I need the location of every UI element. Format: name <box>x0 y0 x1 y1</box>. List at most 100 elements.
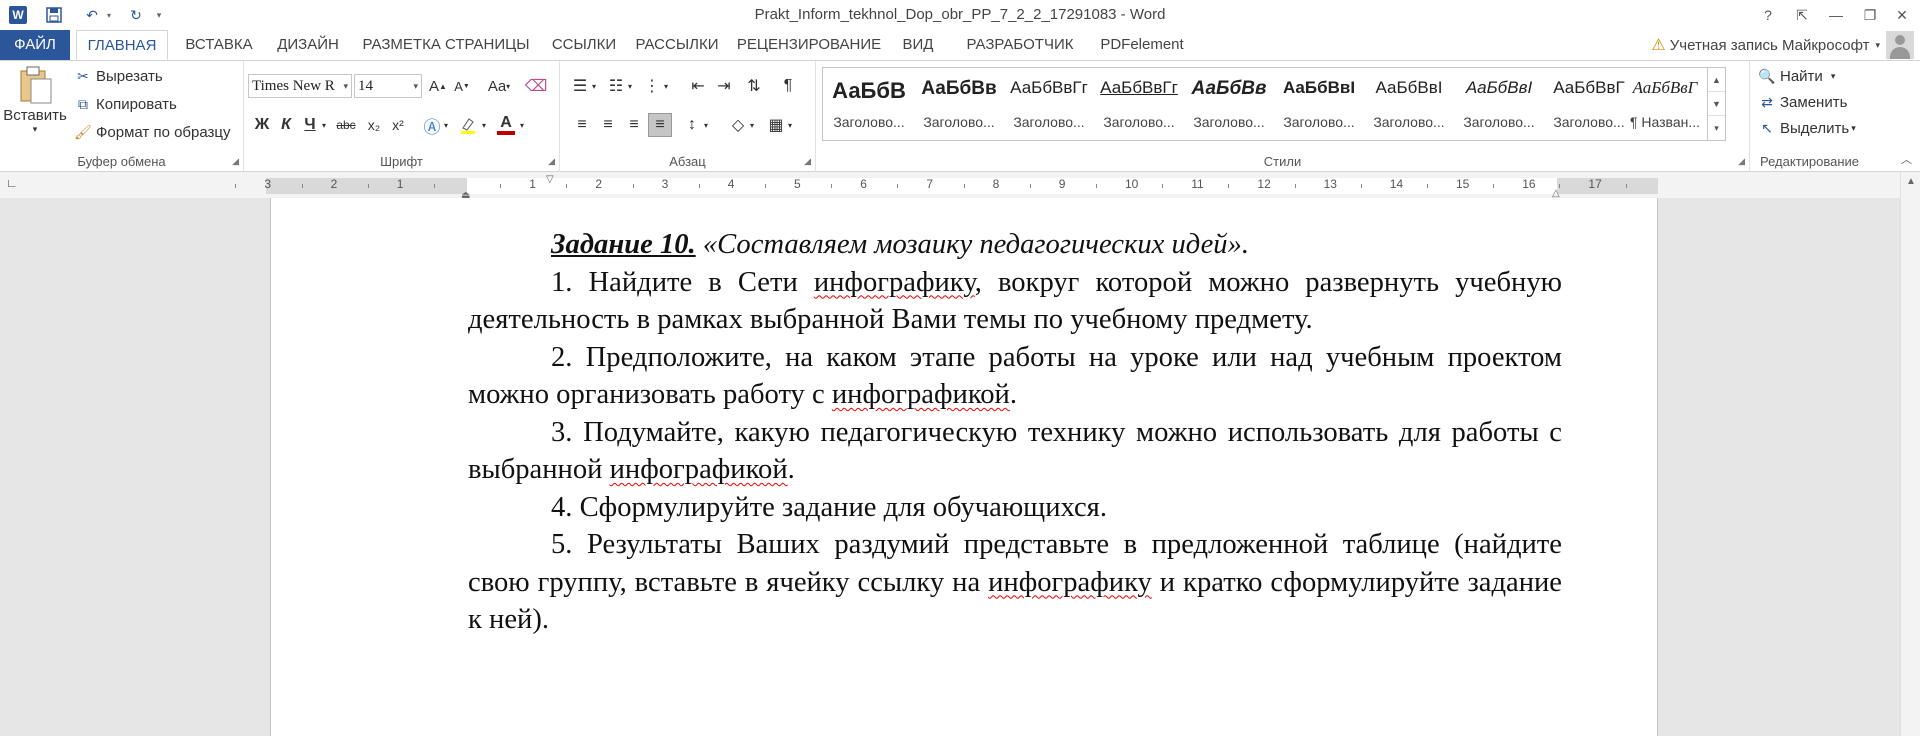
cut-button[interactable]: ✂ Вырезать <box>74 67 163 85</box>
line-spacing-dropdown-icon[interactable]: ▾ <box>700 113 712 137</box>
sort-icon[interactable]: ⇅ <box>742 74 766 98</box>
font-family-value: Times New R <box>252 78 335 94</box>
account-area[interactable]: ⚠ Учетная запись Майкрософт ▾ <box>1651 30 1920 60</box>
multilevel-dropdown-icon[interactable]: ▾ <box>660 74 672 98</box>
superscript-button[interactable]: x² <box>386 113 410 137</box>
paragraph-launcher-icon[interactable]: ◢ <box>804 156 811 167</box>
account-dropdown-icon[interactable]: ▾ <box>1875 40 1880 51</box>
font-family-combo[interactable]: Times New R ▾ <box>248 74 352 98</box>
editing-group: 🔍 Найти ▾ ⇄ Заменить ↖ Выделить ▾ Редакт… <box>1750 61 1900 173</box>
paste-dropdown-icon[interactable]: ▾ <box>33 124 38 135</box>
vertical-scrollbar[interactable]: ▲ <box>1900 172 1920 736</box>
ruler-tick <box>1228 184 1230 188</box>
align-left-icon[interactable]: ≡ <box>570 113 594 137</box>
bold-button[interactable]: Ж <box>250 113 274 137</box>
font-family-dropdown-icon[interactable]: ▾ <box>343 75 348 97</box>
ruler-tick <box>764 184 766 188</box>
style-item[interactable]: АаБбВвI Заголово... <box>1275 70 1363 138</box>
increase-indent-icon[interactable]: ⇥ <box>712 74 736 98</box>
clear-formatting-icon[interactable]: ⌫ <box>524 74 548 98</box>
numbering-dropdown-icon[interactable]: ▾ <box>624 74 636 98</box>
font-size-dropdown-icon[interactable]: ▾ <box>413 75 418 97</box>
scroll-up-icon[interactable]: ▲ <box>1901 176 1920 187</box>
font-size-combo[interactable]: 14 ▾ <box>354 74 422 98</box>
align-right-icon[interactable]: ≡ <box>622 113 646 137</box>
style-item[interactable]: АаБбВвГг Заголово... <box>1005 70 1093 138</box>
tab-design[interactable]: ДИЗАЙН <box>270 30 346 60</box>
style-item[interactable]: АаБбВвГг Заголово... <box>1095 70 1183 138</box>
justify-icon[interactable]: ≡ <box>648 113 672 137</box>
format-painter-button[interactable]: 🖌 Формат по образцу <box>74 123 230 141</box>
borders-dropdown-icon[interactable]: ▾ <box>784 113 796 137</box>
shrink-font-button[interactable]: A ▼ <box>450 74 474 98</box>
ruler-number: 5 <box>794 177 801 191</box>
find-dropdown-icon[interactable]: ▾ <box>1831 71 1836 82</box>
ribbon-display-options-button[interactable]: ⇱ <box>1786 2 1818 28</box>
clipboard-launcher-icon[interactable]: ◢ <box>232 156 239 167</box>
gallery-more-icon[interactable]: ▾ <box>1708 116 1725 140</box>
tab-pdfelement[interactable]: PDFelement <box>1096 30 1188 60</box>
highlight-dropdown-icon[interactable]: ▾ <box>478 113 490 137</box>
styles-launcher-icon[interactable]: ◢ <box>1738 156 1745 167</box>
account-label[interactable]: Учетная запись Майкрософт <box>1670 37 1870 54</box>
avatar[interactable] <box>1886 31 1914 59</box>
text-effects-dropdown-icon[interactable]: ▾ <box>440 113 452 137</box>
tab-references[interactable]: ССЫЛКИ <box>546 30 622 60</box>
font-color-button[interactable]: A <box>494 113 518 137</box>
select-dropdown-icon[interactable]: ▾ <box>1851 123 1856 134</box>
text-run: . <box>1009 379 1018 410</box>
underline-dropdown-icon[interactable]: ▾ <box>318 113 330 137</box>
help-button[interactable]: ? <box>1752 2 1784 28</box>
document-page[interactable]: Задание 10. «Составляем мозаику педагоги… <box>270 198 1658 736</box>
minimize-button[interactable]: — <box>1820 2 1852 28</box>
tab-page-layout[interactable]: РАЗМЕТКА СТРАНИЦЫ <box>356 30 536 60</box>
replace-button[interactable]: ⇄ Заменить <box>1758 93 1847 111</box>
style-item[interactable]: АаБбВ Заголово... <box>825 70 913 138</box>
style-item[interactable]: АаБбВв Заголово... <box>915 70 1003 138</box>
style-item[interactable]: АаБбВв Заголово... <box>1185 70 1273 138</box>
style-item[interactable]: АаБбВвI Заголово... <box>1365 70 1453 138</box>
collapse-ribbon-icon[interactable]: ︿ <box>1901 151 1912 167</box>
task-item-2: 2. Предположите, на каком этапе работы н… <box>468 339 1562 414</box>
copy-button[interactable]: ⧉ Копировать <box>74 95 177 113</box>
paste-icon <box>20 66 52 104</box>
highlight-color-icon[interactable] <box>456 113 480 137</box>
close-button[interactable]: ✕ <box>1886 2 1918 28</box>
tab-view[interactable]: ВИД <box>896 30 940 60</box>
ruler-number: 10 <box>1125 177 1139 191</box>
tab-review[interactable]: РЕЦЕНЗИРОВАНИЕ <box>732 30 886 60</box>
tab-home[interactable]: ГЛАВНАЯ <box>76 30 168 60</box>
document-body[interactable]: Задание 10. «Составляем мозаику педагоги… <box>468 226 1562 639</box>
shading-dropdown-icon[interactable]: ▾ <box>746 113 758 137</box>
font-launcher-icon[interactable]: ◢ <box>548 156 555 167</box>
bullets-dropdown-icon[interactable]: ▾ <box>588 74 600 98</box>
align-center-icon[interactable]: ≡ <box>596 113 620 137</box>
tab-file[interactable]: ФАЙЛ <box>0 30 70 60</box>
find-button[interactable]: 🔍 Найти ▾ <box>1758 67 1835 85</box>
style-item[interactable]: АаБбВвГ ¶ Назван... <box>1625 70 1705 138</box>
grow-font-button[interactable]: A ▲ <box>426 74 450 98</box>
strikethrough-button[interactable]: abc <box>332 113 360 137</box>
decrease-indent-icon[interactable]: ⇤ <box>686 74 710 98</box>
change-case-button[interactable]: Aa ▾ <box>482 74 516 98</box>
gallery-up-icon[interactable]: ▲ <box>1708 68 1725 92</box>
tab-stop-selector-icon[interactable]: ∟ <box>6 176 24 194</box>
select-button[interactable]: ↖ Выделить ▾ <box>1758 119 1856 137</box>
restore-button[interactable]: ❐ <box>1854 2 1886 28</box>
ruler-tick <box>1095 184 1097 188</box>
tab-insert[interactable]: ВСТАВКА <box>174 30 264 60</box>
italic-button[interactable]: К <box>274 113 298 137</box>
paste-button[interactable]: Вставить ▾ <box>3 65 67 151</box>
ruler-tick <box>500 184 502 188</box>
style-item[interactable]: АаБбВвГ Заголово... <box>1545 70 1633 138</box>
gallery-down-icon[interactable]: ▼ <box>1708 92 1725 116</box>
tab-mailings[interactable]: РАССЫЛКИ <box>632 30 722 60</box>
font-color-dropdown-icon[interactable]: ▾ <box>516 113 528 137</box>
style-name: Заголово... <box>923 114 995 130</box>
tab-developer[interactable]: РАЗРАБОТЧИК <box>960 30 1080 60</box>
show-formatting-marks-button[interactable]: ¶ <box>776 74 800 98</box>
first-line-indent-marker-icon[interactable]: ▽ <box>546 174 554 185</box>
subscript-button[interactable]: x₂ <box>362 113 386 137</box>
font-group-label: Шрифт <box>380 154 423 169</box>
style-item[interactable]: АаБбВвI Заголово... <box>1455 70 1543 138</box>
